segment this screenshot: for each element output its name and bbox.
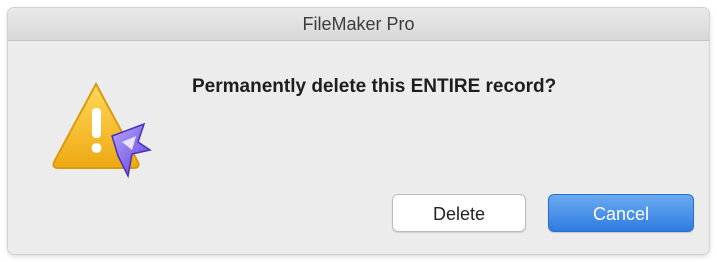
window-title: FileMaker Pro	[302, 14, 415, 34]
cancel-button[interactable]: Cancel	[548, 194, 694, 232]
warning-triangle-icon	[52, 81, 152, 179]
title-bar: FileMaker Pro	[8, 8, 709, 41]
dialog-message: Permanently delete this ENTIRE record?	[192, 76, 557, 97]
delete-button[interactable]: Delete	[392, 194, 526, 232]
alert-dialog: FileMaker Pro Permanently delete this EN…	[8, 8, 709, 254]
